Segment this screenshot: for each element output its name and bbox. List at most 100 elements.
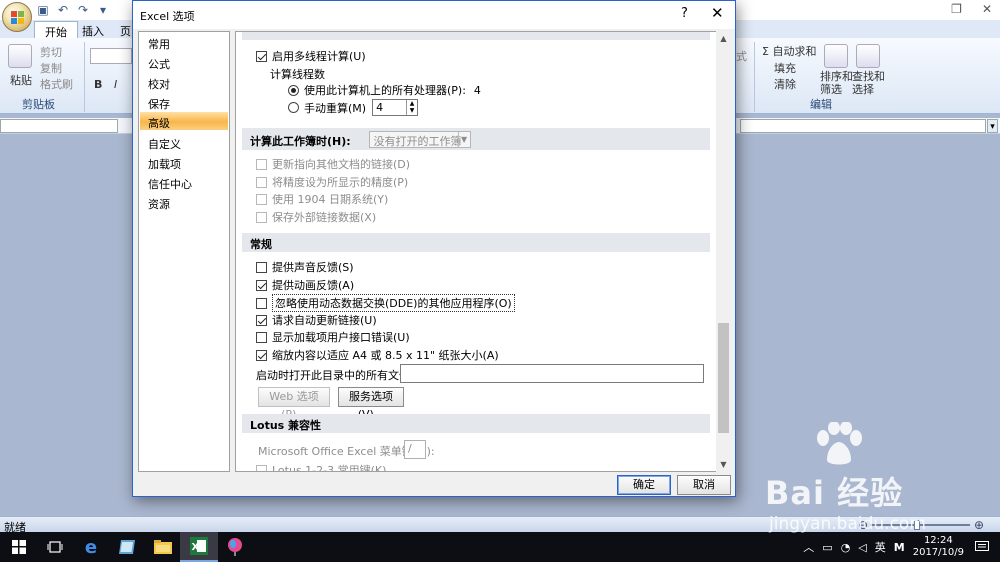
redo-icon[interactable]: ↷ [76, 3, 90, 17]
workbook-select[interactable]: 没有打开的工作簿 ▼ [368, 131, 471, 148]
clock[interactable]: 12:24 2017/10/9 [913, 535, 964, 559]
zoom-in-icon[interactable]: ⊕ [974, 518, 984, 532]
taskbar-edge[interactable]: e [72, 532, 110, 562]
nav-item-customize[interactable]: 自定义 [140, 133, 228, 151]
autosum-button[interactable]: Σ 自动求和 [762, 43, 816, 59]
formula-expand-icon[interactable]: ▾ [987, 119, 998, 133]
row-update-links[interactable]: 更新指向其他文档的链接(D) [256, 156, 410, 172]
ime-language[interactable]: 英 [875, 539, 886, 555]
date-1904-checkbox[interactable] [256, 193, 267, 205]
task-view-button[interactable] [36, 532, 74, 562]
fill-button[interactable]: 填充 [774, 60, 796, 76]
manual-recalc-radio[interactable] [288, 102, 299, 113]
nav-item-save[interactable]: 保存 [140, 93, 228, 111]
row-precision[interactable]: 将精度设为所显示的精度(P) [256, 174, 408, 190]
office-button[interactable] [2, 2, 32, 32]
multithread-checkbox[interactable] [256, 50, 267, 62]
name-box[interactable] [0, 119, 118, 133]
ignore-dde-checkbox[interactable] [256, 297, 267, 309]
addin-errors-checkbox[interactable] [256, 331, 267, 343]
tab-insert[interactable]: 插入 [72, 21, 114, 38]
formula-input[interactable] [740, 119, 986, 133]
volume-icon[interactable]: ◁ [858, 541, 866, 554]
service-options-button[interactable]: 服务选项(V)... [338, 387, 404, 421]
row-save-external[interactable]: 保存外部链接数据(X) [256, 209, 376, 225]
row-scale-a4[interactable]: 缩放内容以适应 A4 或 8.5 x 11" 纸张大小(A) [256, 347, 499, 363]
row-manual-recalc[interactable]: 手动重算(M) 4 ▲ ▼ [288, 99, 419, 116]
nav-item-formulas[interactable]: 公式 [140, 53, 228, 71]
chevron-down-icon[interactable]: ▼ [457, 132, 470, 147]
network-icon[interactable]: ◔ [841, 541, 851, 554]
tab-page-layout[interactable]: 页 [110, 21, 133, 38]
italic-icon[interactable]: I [114, 78, 117, 91]
thread-count-stepper[interactable]: 4 ▲ ▼ [372, 99, 419, 116]
row-1904-date[interactable]: 使用 1904 日期系统(Y) [256, 191, 388, 207]
find-select-icon[interactable] [856, 44, 880, 68]
clear-button[interactable]: 清除 [774, 76, 796, 92]
nav-item-proofing[interactable]: 校对 [140, 73, 228, 91]
lotus-menu-key-input[interactable]: / [404, 440, 426, 459]
cancel-button[interactable]: 取消 [677, 475, 731, 495]
update-links-checkbox[interactable] [256, 158, 267, 170]
sort-filter-button[interactable]: 排序和 筛选 [820, 70, 853, 96]
start-button[interactable] [0, 532, 38, 562]
row-use-all-processors[interactable]: 使用此计算机上的所有处理器(P): 4 [288, 82, 481, 98]
copy-button[interactable]: 复制 [40, 60, 62, 76]
content-scrollbar[interactable]: ▲ ▼ [716, 31, 731, 472]
bold-icon[interactable]: B [94, 78, 102, 91]
paste-icon[interactable] [8, 44, 32, 68]
row-ignore-dde[interactable]: 忽略使用动态数据交换(DDE)的其他应用程序(O) [256, 294, 515, 312]
taskbar-app[interactable] [108, 532, 146, 562]
close-icon[interactable]: ✕ [711, 4, 724, 22]
save-external-checkbox[interactable] [256, 211, 267, 223]
scroll-up-icon[interactable]: ▲ [716, 31, 731, 46]
scroll-thumb[interactable] [718, 323, 729, 433]
sort-filter-icon[interactable] [824, 44, 848, 68]
cut-button[interactable]: 剪切 [40, 44, 62, 60]
nav-item-popular[interactable]: 常用 [140, 33, 228, 51]
nav-item-resources[interactable]: 资源 [140, 193, 228, 211]
startup-files-input[interactable] [400, 364, 704, 383]
find-select-button[interactable]: 查找和 选择 [852, 70, 885, 96]
sound-feedback-checkbox[interactable] [256, 261, 267, 273]
nav-item-addins[interactable]: 加载项 [140, 153, 228, 171]
processor-count: 4 [473, 83, 481, 97]
precision-checkbox[interactable] [256, 176, 267, 188]
help-icon[interactable]: ? [681, 6, 688, 21]
qat-customize-icon[interactable]: ▾ [96, 3, 110, 17]
dialog-titlebar[interactable]: Excel 选项 ? ✕ [133, 1, 735, 29]
row-enable-multithread[interactable]: 启用多线程计算(U) [256, 48, 366, 64]
format-painter-button[interactable]: 格式刷 [40, 76, 73, 92]
animation-feedback-checkbox[interactable] [256, 279, 267, 291]
taskbar-excel[interactable]: X [180, 532, 218, 562]
lotus-nav-keys-checkbox[interactable] [256, 464, 267, 471]
ok-button[interactable]: 确定 [617, 475, 671, 495]
row-addin-errors[interactable]: 显示加载项用户接口错误(U) [256, 329, 410, 345]
row-animation-feedback[interactable]: 提供动画反馈(A) [256, 277, 354, 293]
scroll-down-icon[interactable]: ▼ [716, 457, 731, 472]
battery-icon[interactable]: ▭ [822, 541, 832, 554]
nav-item-advanced[interactable]: 高级 [140, 112, 228, 130]
row-sound-feedback[interactable]: 提供声音反馈(S) [256, 259, 354, 275]
taskbar-app-2[interactable] [216, 532, 254, 562]
web-options-button[interactable]: Web 选项(P)... [258, 387, 330, 421]
all-processors-radio[interactable] [288, 84, 299, 96]
row-lotus-nav-keys[interactable]: Lotus 1-2-3 常用键(K) [256, 462, 386, 471]
clock-time: 12:24 [923, 535, 953, 546]
restore-icon[interactable]: ❐ [951, 2, 962, 16]
undo-icon[interactable]: ↶ [56, 3, 70, 17]
tray-expand-icon[interactable]: ︿ [803, 539, 814, 555]
nav-item-trust-center[interactable]: 信任中心 [140, 173, 228, 191]
notes-app-icon [119, 540, 135, 554]
ime-mode[interactable]: M [894, 541, 905, 554]
row-auto-update-links[interactable]: 请求自动更新链接(U) [256, 312, 377, 328]
notification-icon[interactable] [972, 537, 992, 557]
stepper-arrows-icon[interactable]: ▲ ▼ [406, 100, 417, 115]
taskbar-file-explorer[interactable] [144, 532, 182, 562]
scale-a4-checkbox[interactable] [256, 349, 267, 361]
multithread-label: 启用多线程计算(U) [272, 50, 366, 63]
excel-close-icon[interactable]: ✕ [982, 2, 992, 16]
auto-update-links-checkbox[interactable] [256, 314, 267, 326]
save-icon[interactable]: ▣ [36, 3, 50, 17]
font-name-box[interactable] [90, 48, 132, 64]
